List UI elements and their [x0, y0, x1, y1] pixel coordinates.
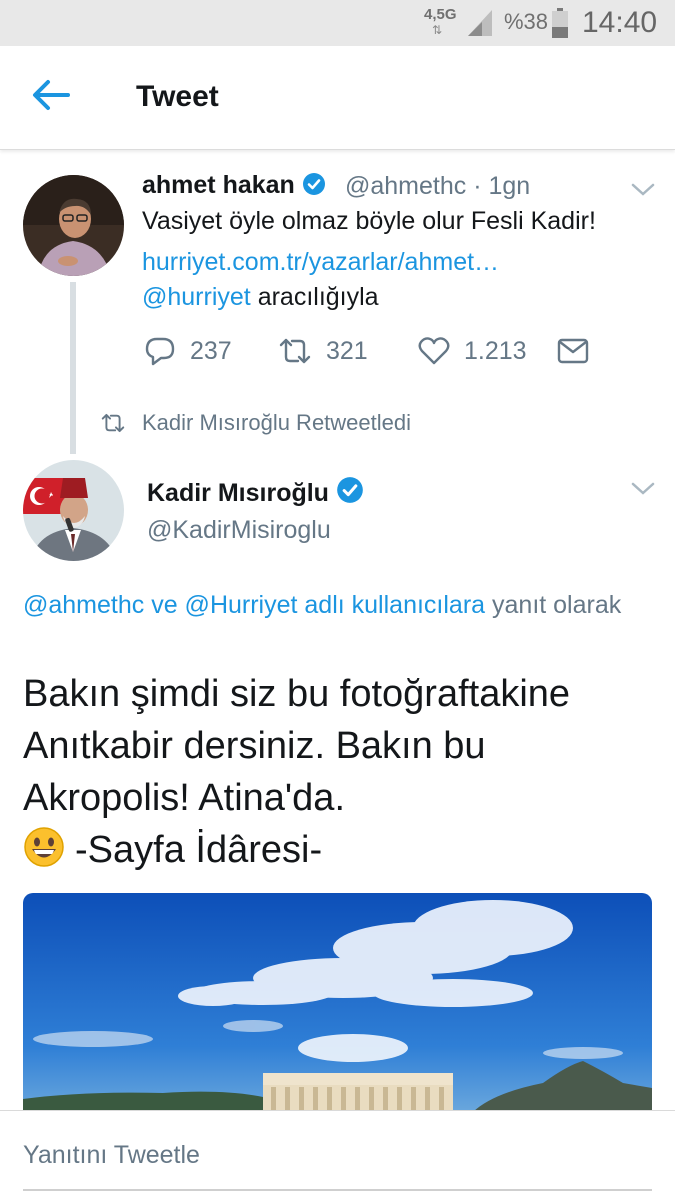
retweet-count: 321: [326, 336, 368, 365]
page-title: Tweet: [136, 80, 219, 113]
tweet-handle: @KadirMisiroglu: [147, 516, 331, 544]
chevron-down-icon[interactable]: [630, 481, 656, 497]
arrow-left-icon[interactable]: [30, 78, 72, 112]
clock: 14:40: [582, 6, 658, 39]
tweet-text-line-4: -Sayfa İdâresi-: [23, 824, 663, 876]
chevron-down-icon[interactable]: [630, 182, 656, 198]
network-indicator: 4,5G ⇅: [424, 6, 458, 40]
data-transfer-icon: ⇅: [432, 23, 443, 37]
reply-context-suffix: yanıt olarak: [485, 591, 622, 619]
reply-placeholder: Yanıtını Tweetle: [23, 1141, 200, 1169]
reply-count: 237: [190, 336, 232, 365]
retweet-icon: [279, 338, 311, 364]
like-button[interactable]: 1.213: [418, 333, 527, 369]
grinning-face-emoji: [24, 827, 64, 867]
signal-strength-icon: [468, 10, 492, 36]
tweet-text-line: Anıtkabir dersiniz. Bakın bu: [23, 725, 486, 767]
reply-input[interactable]: Yanıtını Tweetle: [23, 1141, 652, 1191]
tweet-text-line: Akropolis! Atina'da.: [23, 777, 345, 819]
network-type: 4,5G: [424, 6, 457, 23]
app-header: Tweet: [0, 46, 675, 150]
verified-badge-icon: [302, 173, 325, 195]
retweet-button[interactable]: 321: [278, 333, 368, 369]
tweet-via: @hurriyet aracılığıyla: [142, 283, 379, 312]
battery-percent: %38: [504, 9, 549, 34]
message-button[interactable]: [557, 333, 603, 369]
status-bar: 4,5G ⇅ %38 14:40: [0, 0, 675, 46]
avatar-ahmet-hakan[interactable]: [23, 175, 124, 276]
tweet-author-name[interactable]: Kadir Mısıroğlu: [147, 476, 364, 508]
author-name-text: ahmet hakan: [142, 171, 295, 199]
tweet-text-line: -Sayfa İdâresi-: [75, 829, 323, 871]
tweet-author-name[interactable]: ahmet hakan: [142, 171, 326, 200]
tweet-text: Bakın şimdi siz bu fotoğraftakine Anıtka…: [23, 668, 663, 876]
retweet-context-icon: [101, 413, 125, 433]
battery-icon: [552, 8, 568, 38]
reply-context: @ahmethc ve @Hurriyet adlı kullanıcılara…: [23, 588, 623, 622]
reply-bar: Yanıtını Tweetle: [0, 1110, 675, 1201]
retweeted-by-label[interactable]: Kadir Mısıroğlu Retweetledi: [142, 410, 411, 436]
reply-button[interactable]: 237: [144, 333, 232, 369]
tweet-text-line: Bakın şimdi siz bu fotoğraftakine: [23, 673, 571, 715]
tweet-handle-time: @ahmethc · 1gn: [345, 172, 531, 200]
thread-connector: [70, 282, 76, 454]
heart-icon: [418, 337, 450, 365]
tweet-link[interactable]: hurriyet.com.tr/yazarlar/ahmet…: [142, 248, 499, 277]
tweet-image[interactable]: [23, 893, 652, 1112]
via-suffix: aracılığıyla: [250, 283, 379, 311]
verified-badge-icon: [337, 477, 363, 503]
mention-link[interactable]: @hurriyet: [142, 283, 251, 311]
avatar-kadir-misiroglu[interactable]: [23, 460, 124, 561]
reply-mentions-link[interactable]: @ahmethc ve @Hurriyet adlı kullanıcılara: [23, 591, 485, 619]
reply-icon: [145, 337, 175, 366]
envelope-icon: [557, 338, 589, 364]
author-name-text: Kadir Mısıroğlu: [147, 479, 329, 507]
like-count: 1.213: [464, 336, 527, 365]
tweet-text: Vasiyet öyle olmaz böyle olur Fesli Kadi…: [142, 207, 596, 235]
